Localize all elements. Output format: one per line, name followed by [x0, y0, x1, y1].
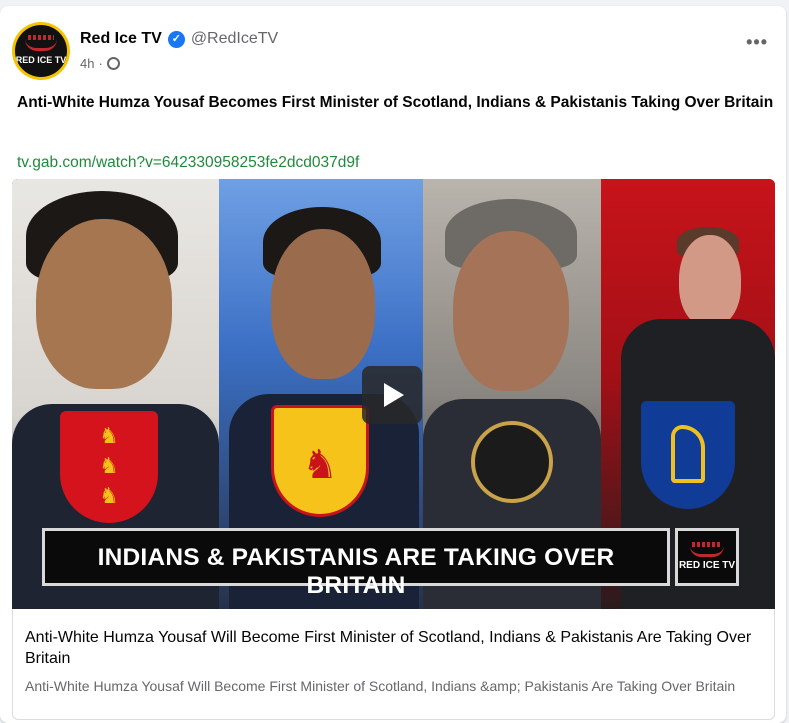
- page-handle[interactable]: @RedIceTV: [191, 30, 278, 48]
- link-preview-title[interactable]: Anti-White Humza Yousaf Will Become Firs…: [25, 627, 760, 669]
- post-time[interactable]: 4h: [80, 56, 94, 71]
- banner-text: INDIANS & PAKISTANIS ARE TAKING OVER BRI…: [97, 544, 615, 599]
- ireland-crest: [641, 401, 735, 509]
- crest-lion-3: ♞: [99, 483, 119, 508]
- crest-harp: [671, 425, 705, 483]
- figure-face: [36, 219, 172, 389]
- figure-face: [453, 231, 569, 391]
- crest-lion-2: ♞: [99, 453, 119, 478]
- scotland-crest: ♞: [271, 405, 369, 517]
- avatar-logo: RED ICE TV: [15, 25, 67, 77]
- link-preview[interactable]: Anti-White Humza Yousaf Will Become Firs…: [12, 609, 775, 720]
- page-name-link[interactable]: Red Ice TV: [80, 30, 162, 48]
- meta-separator: ·: [98, 56, 103, 71]
- crest-lion-1: ♞: [99, 423, 119, 448]
- play-icon[interactable]: [362, 366, 422, 424]
- header-name-row: Red Ice TV ✓ @RedIceTV: [80, 30, 278, 48]
- post-card: RED ICE TV Red Ice TV ✓ @RedIceTV 4h · •…: [0, 6, 786, 723]
- logo-text: RED ICE TV: [678, 560, 736, 571]
- video-thumbnail[interactable]: ♞ ♞ ♞ ♞ INDIANS & PAKISTANIS ARE TAKING …: [12, 179, 775, 609]
- play-triangle: [384, 383, 404, 407]
- more-options-icon[interactable]: •••: [746, 32, 768, 53]
- figure-face: [271, 229, 375, 379]
- logo-ship-hull: [690, 546, 724, 557]
- avatar-text: RED ICE TV: [15, 55, 67, 65]
- thumbnail-banner: INDIANS & PAKISTANIS ARE TAKING OVER BRI…: [42, 528, 670, 599]
- figure-face: [679, 235, 741, 327]
- post-meta: 4h ·: [80, 56, 120, 71]
- post-link[interactable]: tv.gab.com/watch?v=642330958253fe2dcd037…: [17, 154, 359, 172]
- royal-cypher-crest: [471, 421, 553, 503]
- post-text: Anti-White Humza Yousaf Becomes First Mi…: [17, 94, 774, 111]
- link-preview-description: Anti-White Humza Yousaf Will Become Firs…: [25, 678, 736, 694]
- crest-lion-rampant: ♞: [302, 443, 338, 487]
- verified-badge-icon: ✓: [167, 30, 185, 48]
- avatar-ship-hull: [25, 39, 57, 51]
- globe-icon: [106, 57, 120, 70]
- england-crest: ♞ ♞ ♞: [60, 411, 158, 523]
- thumbnail-logo: RED ICE TV: [675, 528, 739, 586]
- page-avatar[interactable]: RED ICE TV: [12, 22, 70, 80]
